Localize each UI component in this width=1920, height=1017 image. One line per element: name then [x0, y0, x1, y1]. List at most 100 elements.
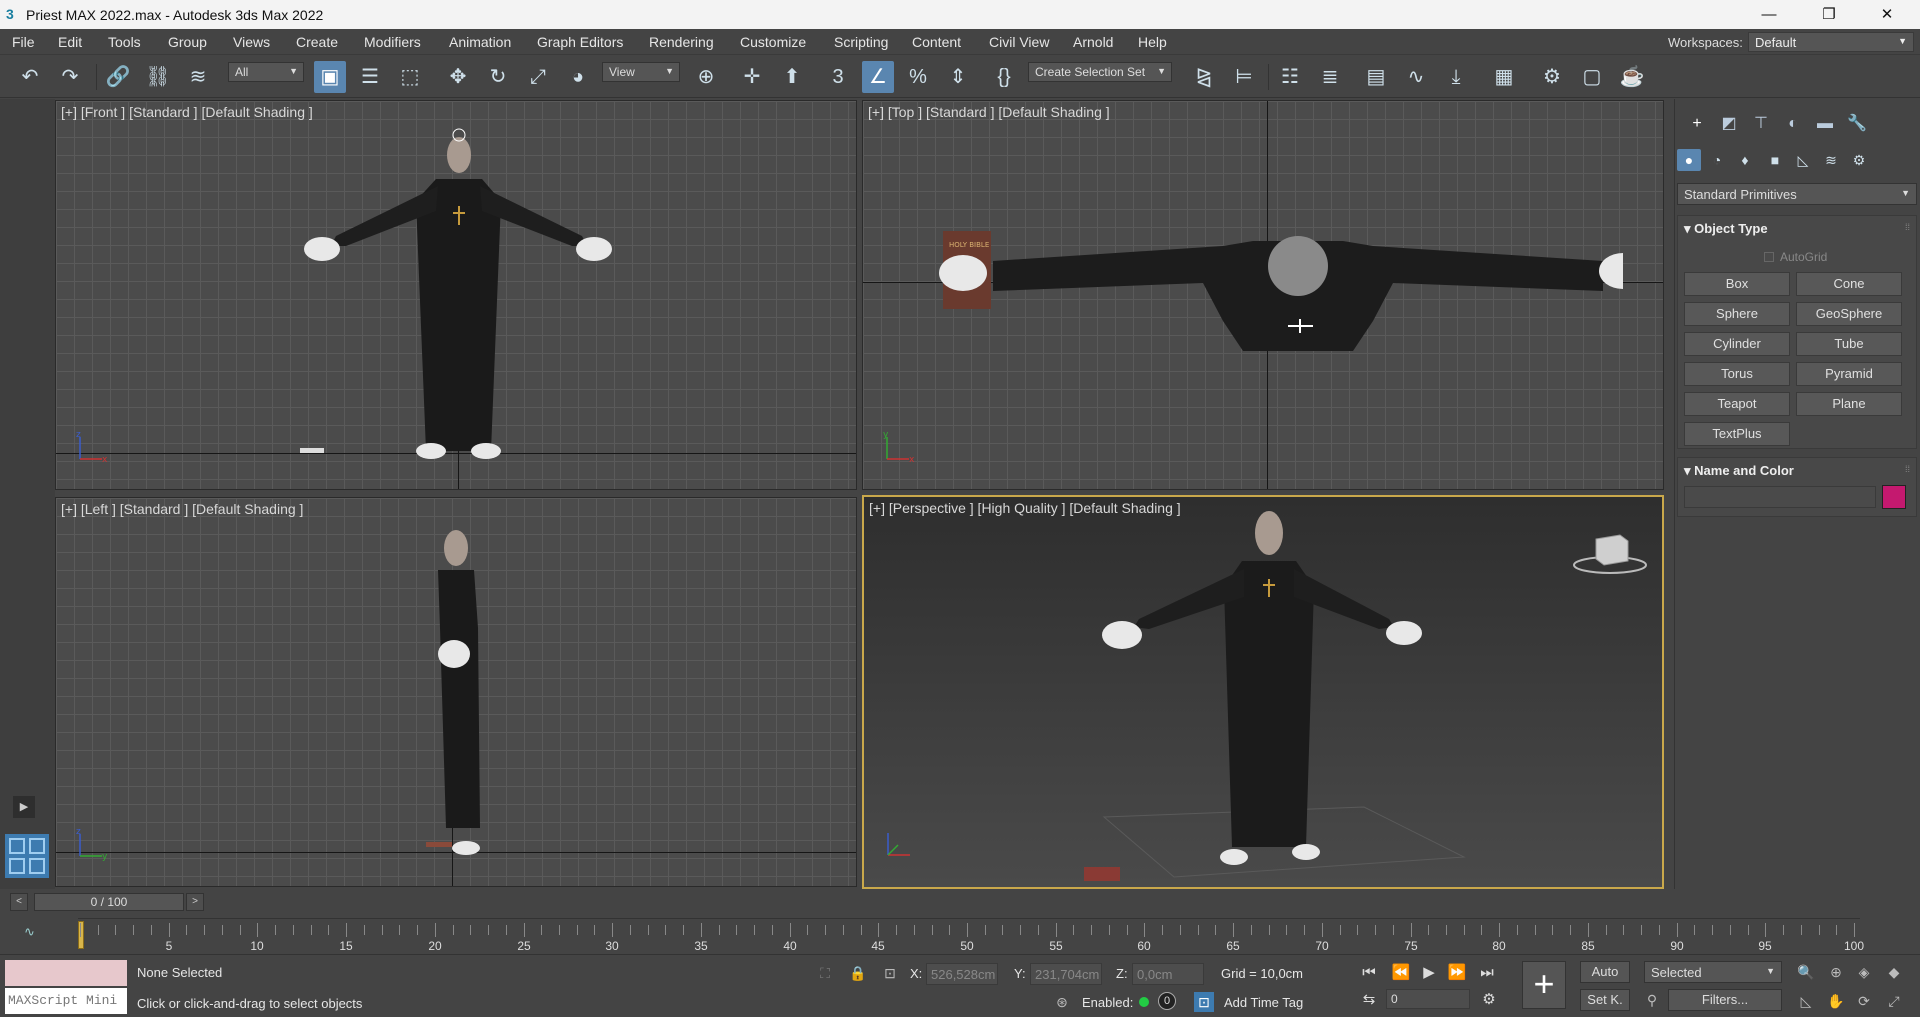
- snaps-toggle-icon[interactable]: 3: [822, 61, 854, 93]
- toggle-ribbon-icon[interactable]: ▤: [1360, 61, 1392, 93]
- auto-key-button[interactable]: Auto: [1580, 961, 1630, 983]
- play-icon[interactable]: ▶: [1418, 962, 1440, 984]
- maximize-viewport-icon[interactable]: ⤢: [1884, 991, 1904, 1011]
- x-coord-field[interactable]: 526,528cm: [926, 963, 998, 985]
- systems-icon[interactable]: ⚙: [1847, 149, 1871, 171]
- schematic-view-icon[interactable]: ⤓: [1440, 61, 1472, 93]
- viewport-label-left[interactable]: [+] [Left ] [Standard ] [Default Shading…: [61, 501, 303, 517]
- priest-model-perspective[interactable]: [1044, 497, 1484, 889]
- link-icon[interactable]: 🔗: [102, 61, 134, 93]
- next-frame-icon[interactable]: ⏩: [1446, 962, 1468, 984]
- key-mode-toggle-icon[interactable]: ⇆: [1358, 989, 1380, 1011]
- select-by-name-icon[interactable]: ☰: [354, 61, 386, 93]
- track-bar-ruler[interactable]: 5 10 15 20 25 30 35 40 45 50 55 60 65 70 75 80 85 90 95 100: [78, 918, 1864, 954]
- time-tag-icon[interactable]: ⊡: [1194, 992, 1214, 1012]
- current-frame-field[interactable]: 0: [1386, 989, 1470, 1009]
- tube-button[interactable]: Tube: [1796, 332, 1902, 356]
- viewport-front[interactable]: [+] [Front ] [Standard ] [Default Shadin…: [55, 100, 857, 490]
- object-color-swatch[interactable]: [1882, 485, 1906, 509]
- menu-scripting[interactable]: Scripting: [834, 34, 888, 50]
- rectangular-selection-icon[interactable]: ⬚: [394, 61, 426, 93]
- cameras-icon[interactable]: ■: [1763, 149, 1787, 171]
- viewport-label-front[interactable]: [+] [Front ] [Standard ] [Default Shadin…: [61, 104, 313, 120]
- box-button[interactable]: Box: [1684, 272, 1790, 296]
- orbit-icon[interactable]: ⟳: [1854, 991, 1874, 1011]
- pyramid-button[interactable]: Pyramid: [1796, 362, 1902, 386]
- zoom-all-icon[interactable]: ⊕: [1826, 962, 1846, 982]
- torus-button[interactable]: Torus: [1684, 362, 1790, 386]
- angle-snap-icon[interactable]: ∠: [862, 61, 894, 93]
- go-to-start-icon[interactable]: ⏮: [1358, 962, 1380, 984]
- restore-button[interactable]: ❐: [1806, 2, 1852, 27]
- edit-named-selection-icon[interactable]: {}: [988, 61, 1020, 93]
- time-slider-thumb[interactable]: 0 / 100: [34, 893, 184, 911]
- menu-file[interactable]: File: [12, 34, 35, 50]
- undo-icon[interactable]: ↶: [14, 61, 46, 93]
- menu-edit[interactable]: Edit: [58, 34, 82, 50]
- field-of-view-icon[interactable]: ◺: [1796, 991, 1816, 1011]
- autogrid-checkbox[interactable]: [1764, 252, 1774, 262]
- lights-icon[interactable]: ♦: [1733, 149, 1757, 171]
- menu-group[interactable]: Group: [168, 34, 207, 50]
- add-time-tag-button[interactable]: Add Time Tag: [1224, 995, 1303, 1010]
- time-cursor[interactable]: [78, 921, 84, 949]
- render-setup-icon[interactable]: ⚙: [1536, 61, 1568, 93]
- selection-filter-dropdown[interactable]: All ▼: [228, 62, 304, 82]
- workspaces-dropdown[interactable]: Default ▼: [1748, 32, 1914, 52]
- maxscript-mini-input[interactable]: MAXScript Mini: [5, 988, 127, 1014]
- place-icon[interactable]: ◕: [562, 61, 594, 93]
- menu-arnold[interactable]: Arnold: [1073, 34, 1113, 50]
- y-coord-field[interactable]: 231,704cm: [1030, 963, 1102, 985]
- rollout-pin-icon[interactable]: ⁞⁞: [1905, 222, 1910, 232]
- menu-animation[interactable]: Animation: [449, 34, 511, 50]
- shapes-icon[interactable]: ◔: [1705, 149, 1729, 171]
- object-type-title[interactable]: ▾ Object Type: [1684, 221, 1768, 237]
- create-tab-icon[interactable]: +: [1683, 111, 1711, 137]
- menu-create[interactable]: Create: [296, 34, 338, 50]
- mini-curve-editor-icon[interactable]: ∿: [24, 924, 46, 944]
- hierarchy-tab-icon[interactable]: ⊤: [1747, 111, 1775, 137]
- lock-selection-icon[interactable]: 🔒: [848, 963, 868, 983]
- cylinder-button[interactable]: Cylinder: [1684, 332, 1790, 356]
- book-front[interactable]: [300, 448, 324, 453]
- zoom-extents-all-icon[interactable]: ◆: [1884, 962, 1904, 982]
- adaptive-degradation-icon[interactable]: ⊛: [1052, 992, 1072, 1012]
- menu-graph-editors[interactable]: Graph Editors: [537, 34, 623, 50]
- set-keys-button[interactable]: +: [1522, 961, 1566, 1009]
- rendered-frame-window-icon[interactable]: ▢: [1576, 61, 1608, 93]
- utilities-tab-icon[interactable]: 🔧: [1843, 111, 1871, 137]
- mirror-icon[interactable]: ⧎: [1188, 61, 1220, 93]
- helpers-icon[interactable]: ◺: [1791, 149, 1815, 171]
- object-name-field[interactable]: [1684, 486, 1876, 508]
- absolute-mode-icon[interactable]: ⊡: [880, 963, 900, 983]
- layer-explorer-icon[interactable]: ≣: [1314, 61, 1346, 93]
- spinner-snap-icon[interactable]: ⇕: [942, 61, 974, 93]
- menu-customize[interactable]: Customize: [740, 34, 806, 50]
- menu-civil-view[interactable]: Civil View: [989, 34, 1049, 50]
- scene-explorer-icon[interactable]: ☷: [1274, 61, 1306, 93]
- menu-rendering[interactable]: Rendering: [649, 34, 714, 50]
- z-coord-field[interactable]: 0,0cm: [1132, 963, 1204, 985]
- priest-model-front[interactable]: [286, 121, 686, 466]
- unlink-icon[interactable]: ⛓: [142, 61, 174, 93]
- plane-button[interactable]: Plane: [1796, 392, 1902, 416]
- key-filters-button[interactable]: Filters...: [1668, 989, 1782, 1011]
- viewport-top[interactable]: [+] [Top ] [Standard ] [Default Shading …: [862, 100, 1664, 490]
- maxscript-output[interactable]: [5, 960, 127, 986]
- modify-tab-icon[interactable]: ◩: [1715, 111, 1743, 137]
- menu-views[interactable]: Views: [233, 34, 270, 50]
- scale-icon[interactable]: ⤢: [522, 61, 554, 93]
- rollout-pin-icon[interactable]: ⁞⁞: [1905, 464, 1910, 474]
- enabled-counter[interactable]: 0: [1158, 992, 1176, 1010]
- pan-hand-icon[interactable]: ✋: [1826, 991, 1846, 1011]
- space-warps-icon[interactable]: ≋: [1819, 149, 1843, 171]
- pivot-center-icon[interactable]: ⊕: [690, 61, 722, 93]
- time-slider-prev-button[interactable]: <: [10, 893, 28, 911]
- menu-help[interactable]: Help: [1138, 34, 1167, 50]
- rotate-icon[interactable]: ↻: [482, 61, 514, 93]
- viewport-layout-button[interactable]: [5, 834, 49, 878]
- key-filter-selection-dropdown[interactable]: Selected ▼: [1644, 961, 1782, 983]
- priest-model-left[interactable]: [416, 528, 506, 858]
- select-manipulate-icon[interactable]: ✛: [736, 61, 768, 93]
- align-icon[interactable]: ⊨: [1228, 61, 1260, 93]
